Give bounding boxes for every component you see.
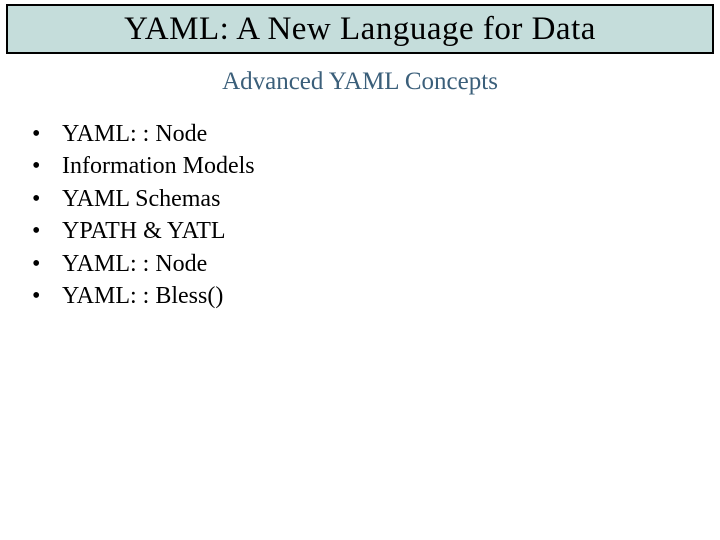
list-item-label: YAML: : Bless() [62, 280, 223, 312]
list-item-label: Information Models [62, 150, 255, 182]
list-item: • Information Models [32, 150, 255, 182]
list-item: • YAML: : Node [32, 118, 255, 150]
list-item-label: YAML: : Node [62, 248, 207, 280]
list-item: • YAML Schemas [32, 183, 255, 215]
title-banner: YAML: A New Language for Data [6, 4, 714, 54]
list-item: • YPATH & YATL [32, 215, 255, 247]
bullet-icon: • [32, 150, 62, 182]
bullet-icon: • [32, 280, 62, 312]
slide-title: YAML: A New Language for Data [124, 11, 596, 48]
list-item-label: YAML Schemas [62, 183, 220, 215]
bullet-icon: • [32, 248, 62, 280]
slide: YAML: A New Language for Data Advanced Y… [0, 0, 720, 540]
slide-subtitle: Advanced YAML Concepts [0, 68, 720, 96]
list-item: • YAML: : Bless() [32, 280, 255, 312]
bullet-icon: • [32, 118, 62, 150]
bullet-icon: • [32, 215, 62, 247]
list-item-label: YPATH & YATL [62, 215, 226, 247]
bullet-list: • YAML: : Node • Information Models • YA… [32, 118, 255, 312]
bullet-icon: • [32, 183, 62, 215]
list-item: • YAML: : Node [32, 248, 255, 280]
list-item-label: YAML: : Node [62, 118, 207, 150]
